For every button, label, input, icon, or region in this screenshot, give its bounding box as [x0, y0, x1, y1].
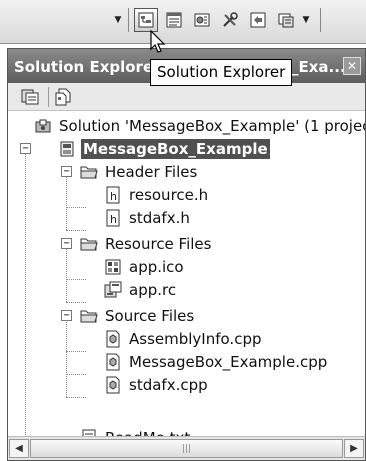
collapse-header-files-toggle[interactable]: −: [61, 166, 72, 177]
tree-item-label: stdafx.cpp: [129, 376, 208, 394]
other-windows-button[interactable]: [274, 8, 298, 32]
tree-item-label: Solution 'MessageBox_Example' (1 project…: [59, 117, 365, 135]
project-icon: [58, 140, 76, 158]
panel-title-suffix: _Exa...: [291, 58, 346, 76]
collapse-project-toggle[interactable]: −: [20, 143, 31, 154]
object-browser-button[interactable]: [190, 8, 214, 32]
tree-connector: [66, 302, 86, 303]
toolbox-button[interactable]: [218, 8, 242, 32]
scrollbar-thumb[interactable]: |||: [30, 439, 343, 458]
toolbar-separator: [320, 8, 321, 32]
toolbar-overflow-dropdown[interactable]: ▼: [112, 8, 124, 32]
other-windows-dropdown[interactable]: ▼: [300, 8, 312, 32]
tree-item-label: ReadMe.txt: [103, 428, 192, 436]
properties-icon: [21, 89, 39, 105]
tree-folder-resource-files[interactable]: Resource Files: [80, 233, 213, 255]
tree-connector: [66, 374, 86, 375]
svg-text:h: h: [110, 213, 117, 226]
scroll-right-button[interactable]: ▶: [344, 439, 364, 458]
folder-icon: [80, 307, 98, 325]
tree-connector: [25, 149, 26, 436]
tree-item-solution[interactable]: Solution 'MessageBox_Example' (1 project…: [34, 115, 365, 137]
tree-item-label: app.rc: [129, 281, 177, 299]
tree-item-label: MessageBox_Example: [81, 139, 270, 159]
ide-toolbar: ▼ ▼: [0, 0, 366, 44]
tree-item-label: Source Files: [105, 307, 195, 325]
resource-script-icon: [104, 281, 122, 299]
toolbar-separator: [128, 8, 129, 32]
tree-connector: [66, 315, 67, 397]
tree-item-label: MessageBox_Example.cpp: [129, 353, 328, 371]
tree-file-app-ico[interactable]: app.ico: [104, 256, 186, 278]
scrollbar-grip-icon: |||: [181, 443, 192, 454]
class-view-icon: [250, 12, 266, 28]
panel-title: Solution Explorer: [14, 58, 161, 76]
tree-item-project[interactable]: MessageBox_Example: [58, 138, 270, 160]
svg-text:h: h: [110, 190, 117, 203]
header-file-icon: h: [104, 186, 122, 204]
tree-item-label: Header Files: [105, 163, 198, 181]
other-windows-icon: [278, 13, 294, 28]
show-all-files-icon: [55, 88, 71, 106]
close-icon: ✕: [346, 59, 358, 73]
class-view-button[interactable]: [246, 8, 270, 32]
solution-icon: [34, 117, 52, 135]
tree-connector: [66, 397, 86, 398]
show-all-files-button[interactable]: [54, 87, 74, 107]
tree-file-app-rc[interactable]: app.rc: [104, 279, 178, 301]
close-button[interactable]: ✕: [343, 57, 361, 75]
tree-file-assemblyinfo-cpp[interactable]: AssemblyInfo.cpp: [104, 328, 263, 350]
tree-connector: [66, 171, 67, 230]
tree-item-label: resource.h: [129, 186, 209, 204]
folder-icon: [80, 235, 98, 253]
pane-toolbar: [8, 83, 365, 111]
solution-tree: Solution 'MessageBox_Example' (1 project…: [8, 111, 365, 436]
tree-file-resource-h[interactable]: h resource.h: [104, 184, 210, 206]
cpp-file-icon: [104, 330, 122, 348]
tree-connector: [66, 207, 86, 208]
solution-explorer-tooltip: Solution Explorer: [150, 59, 293, 86]
properties-window-button[interactable]: [162, 8, 186, 32]
scrollbar-track[interactable]: |||: [30, 439, 343, 458]
tree-item-label: Resource Files: [105, 235, 212, 253]
cpp-file-icon: [104, 353, 122, 371]
properties-pane-button[interactable]: [20, 87, 40, 107]
arrow-left-icon: ◀: [15, 443, 23, 454]
solution-explorer-panel: Solution Explorer _Exa... ✕ Solution 'Me…: [7, 48, 366, 461]
toolbox-icon: [223, 12, 238, 27]
tree-item-label: app.ico: [129, 258, 184, 276]
object-browser-icon: [194, 13, 210, 27]
tree-connector: [66, 230, 86, 231]
arrow-right-icon: ▶: [350, 443, 358, 454]
tree-folder-header-files[interactable]: Header Files: [80, 161, 199, 183]
tree-file-readme-txt[interactable]: ReadMe.txt: [80, 427, 192, 436]
collapse-resource-files-toggle[interactable]: −: [61, 238, 72, 249]
tree-connector: [66, 243, 67, 302]
tree-connector: [66, 351, 86, 352]
cpp-file-icon: [104, 376, 122, 394]
tree-file-stdafx-cpp[interactable]: stdafx.cpp: [104, 374, 210, 396]
tree-file-stdafx-h[interactable]: h stdafx.h: [104, 207, 192, 229]
mouse-pointer-icon: [150, 30, 166, 53]
scroll-left-button[interactable]: ◀: [9, 439, 29, 458]
text-file-icon: [80, 429, 98, 436]
tree-item-label: AssemblyInfo.cpp: [129, 330, 262, 348]
tree-file-messagebox-example-cpp[interactable]: MessageBox_Example.cpp: [104, 351, 329, 373]
icon-file-icon: [104, 258, 122, 276]
pane-toolbar-separator: [48, 87, 49, 107]
collapse-source-files-toggle[interactable]: −: [61, 310, 72, 321]
solution-explorer-icon: [138, 12, 154, 28]
properties-icon: [166, 12, 182, 28]
horizontal-scrollbar[interactable]: ◀ ||| ▶: [8, 436, 365, 460]
tree-item-label: stdafx.h: [129, 209, 190, 227]
tree-folder-source-files[interactable]: Source Files: [80, 305, 196, 327]
header-file-icon: h: [104, 209, 122, 227]
tree-connector: [66, 279, 86, 280]
solution-explorer-button[interactable]: [134, 8, 158, 32]
folder-icon: [80, 163, 98, 181]
